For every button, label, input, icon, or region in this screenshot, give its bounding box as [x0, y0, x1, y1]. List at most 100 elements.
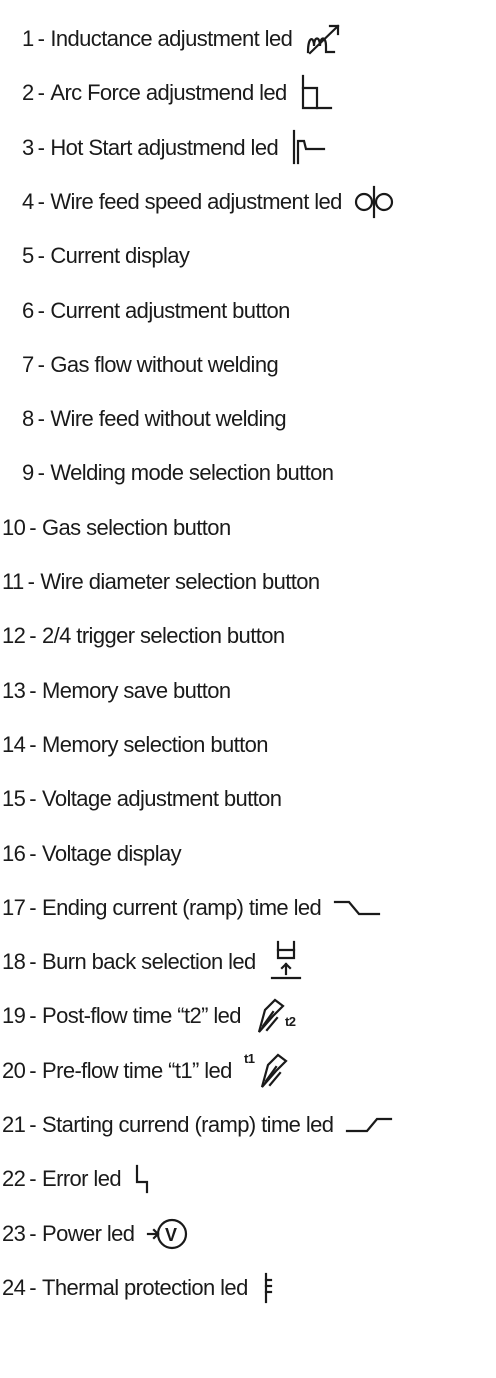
item-label: Memory save button [42, 678, 231, 703]
item-separator: - [29, 841, 37, 866]
list-item: 9- Welding mode selection button [22, 451, 334, 495]
list-item: 6- Current adjustment button [22, 289, 290, 333]
item-separator: - [29, 1166, 37, 1191]
item-label: Ending current (ramp) time led [42, 895, 322, 920]
list-item: 3- Hot Start adjustmend led [22, 126, 326, 170]
item-label: 2/4 trigger selection button [42, 623, 285, 648]
item-label: Starting currend (ramp) time led [42, 1112, 334, 1137]
item-number: 5 [22, 243, 34, 268]
list-item: 12-2/4 trigger selection button [2, 614, 285, 658]
item-number: 2 [22, 80, 34, 105]
item-separator: - [29, 1003, 37, 1028]
pre-flow-icon: t1 [244, 1051, 294, 1091]
item-label: Gas flow without welding [50, 352, 279, 377]
item-number: 18 [2, 949, 26, 974]
svg-text:t2: t2 [285, 1014, 296, 1029]
list-item: 20- Pre-flow time “t1” led t1 [2, 1049, 294, 1093]
item-label: Wire feed without welding [50, 406, 287, 431]
item-number: 11 [2, 569, 24, 594]
item-number: 22 [2, 1166, 26, 1191]
item-number: 24 [2, 1275, 26, 1300]
ramp-down-icon [333, 898, 381, 918]
item-separator: - [37, 298, 45, 323]
item-separator: - [37, 135, 45, 160]
item-label: Burn back selection led [42, 949, 256, 974]
item-number: 20 [2, 1058, 26, 1083]
item-separator: - [27, 569, 35, 594]
list-item: 24- Thermal protection led [2, 1266, 280, 1310]
item-separator: - [37, 80, 45, 105]
item-separator: - [37, 26, 45, 51]
list-item: 8- Wire feed without welding [22, 397, 287, 441]
list-item: 5- Current display [22, 234, 190, 278]
item-number: 16 [2, 841, 26, 866]
item-label: Error led [42, 1166, 122, 1191]
item-separator: - [29, 515, 37, 540]
item-number: 4 [22, 189, 34, 214]
burn-back-icon [268, 940, 304, 984]
item-number: 21 [2, 1112, 26, 1137]
item-number: 7 [22, 352, 34, 377]
list-item: 22- Error led [2, 1157, 153, 1201]
list-item: 13- Memory save button [2, 669, 231, 713]
item-label: Current display [50, 243, 190, 268]
item-separator: - [29, 949, 37, 974]
list-item: 19- Post-flow time “t2” led t2 [2, 994, 303, 1038]
inductance-icon [304, 22, 350, 56]
item-number: 15 [2, 786, 26, 811]
list-item: 17- Ending current (ramp) time led [2, 886, 381, 930]
item-separator: - [29, 678, 37, 703]
list-item: 15- Voltage adjustment button [2, 777, 282, 821]
item-label: Inductance adjustment led [50, 26, 293, 51]
hot-start-icon [290, 129, 326, 167]
error-icon [133, 1164, 153, 1194]
power-icon: V [146, 1217, 190, 1251]
item-label: Gas selection button [42, 515, 231, 540]
item-number: 8 [22, 406, 34, 431]
item-number: 3 [22, 135, 34, 160]
item-number: 17 [2, 895, 26, 920]
list-item: 23- Power led V [2, 1212, 190, 1256]
list-item: 10- Gas selection button [2, 506, 231, 550]
item-label: Thermal protection led [42, 1275, 248, 1300]
item-separator: - [29, 1275, 37, 1300]
item-number: 1 [22, 26, 34, 51]
thermal-icon [260, 1272, 280, 1304]
item-separator: - [29, 786, 37, 811]
item-label: Post-flow time “t2” led [42, 1003, 242, 1028]
item-label: Memory selection button [42, 732, 268, 757]
list-item: 18- Burn back selection led [2, 940, 304, 984]
item-separator: - [29, 623, 37, 648]
svg-text:t1: t1 [244, 1051, 255, 1066]
list-item: 2- Arc Force adjustmend led [22, 71, 333, 115]
item-separator: - [37, 352, 45, 377]
list-item: 4- Wire feed speed adjustment led [22, 180, 394, 224]
arc-force-icon [299, 74, 333, 112]
item-number: 9 [22, 460, 34, 485]
item-label: Current adjustment button [50, 298, 290, 323]
item-number: 13 [2, 678, 26, 703]
list-item: 7- Gas flow without welding [22, 343, 279, 387]
list-item: 1- Inductance adjustment led [22, 17, 350, 61]
item-separator: - [37, 406, 45, 431]
item-number: 14 [2, 732, 26, 757]
item-label: Wire diameter selection button [40, 569, 320, 594]
item-number: 12 [2, 623, 26, 648]
list-item: 14- Memory selection button [2, 723, 268, 767]
post-flow-icon: t2 [253, 996, 303, 1036]
item-separator: - [37, 243, 45, 268]
item-label: Wire feed speed adjustment led [50, 189, 342, 214]
item-label: Hot Start adjustmend led [50, 135, 279, 160]
item-number: 23 [2, 1221, 26, 1246]
list-item: 11- Wire diameter selection button [2, 560, 320, 604]
item-number: 10 [2, 515, 26, 540]
list-item: 21- Starting currend (ramp) time led [2, 1103, 393, 1147]
item-separator: - [29, 732, 37, 757]
item-label: Voltage adjustment button [42, 786, 282, 811]
item-label: Pre-flow time “t1” led [42, 1058, 232, 1083]
list-item: 16- Voltage display [2, 832, 182, 876]
item-separator: - [37, 189, 45, 214]
item-separator: - [37, 460, 45, 485]
item-number: 6 [22, 298, 34, 323]
item-separator: - [29, 1112, 37, 1137]
